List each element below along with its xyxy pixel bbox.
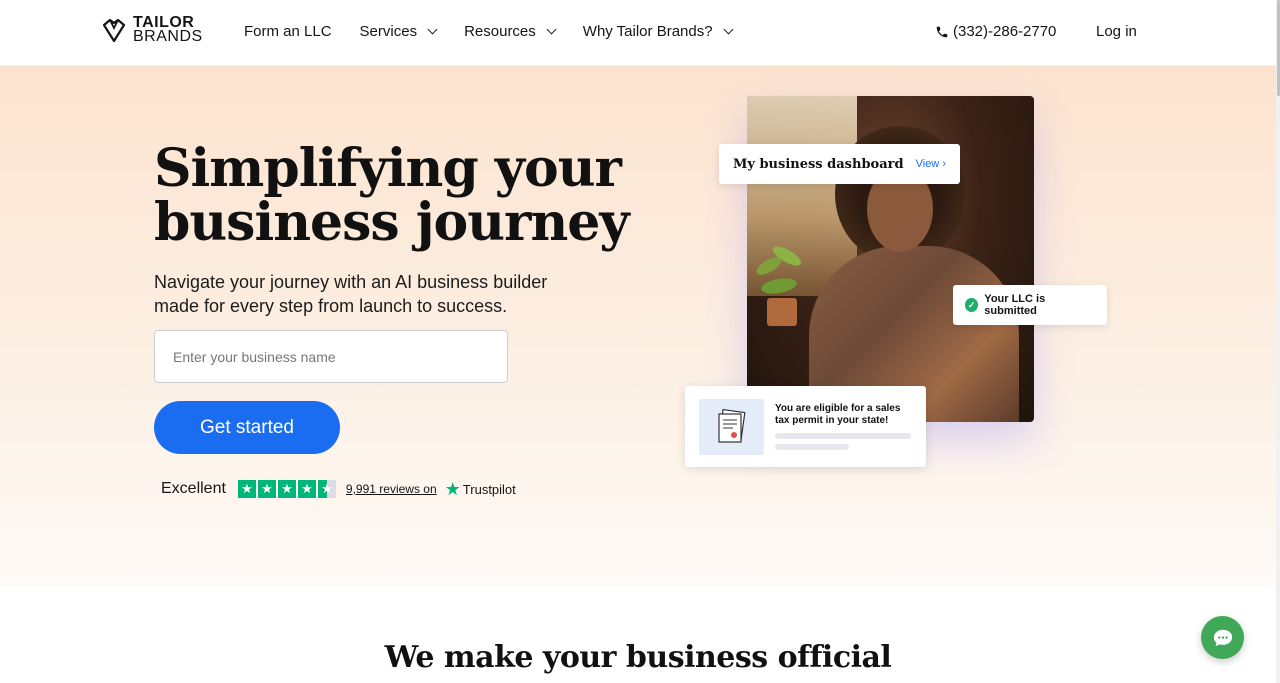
dashboard-card[interactable]: My business dashboard View › [719, 144, 960, 184]
get-started-button[interactable]: Get started [154, 401, 340, 454]
tax-permit-text: You are eligible for a sales tax permit … [775, 403, 901, 426]
phone-link[interactable]: (332)-286-2770 [935, 23, 1056, 40]
chevron-down-icon [427, 24, 438, 35]
dashboard-view-label: View [915, 158, 940, 170]
login-link[interactable]: Log in [1096, 23, 1137, 40]
chevron-down-icon [723, 24, 734, 35]
section-title: We make your business official [384, 640, 892, 675]
nav-resources-label: Resources [464, 23, 536, 40]
tailor-brands-logo[interactable]: TAILOR BRANDS [101, 15, 203, 45]
llc-status-text: Your LLC is submitted [984, 293, 1046, 317]
placeholder-bar [775, 433, 911, 439]
nav-services[interactable]: Services [359, 23, 438, 40]
trustpilot-star-icon: ★ [444, 479, 461, 499]
nav-resources[interactable]: Resources [464, 23, 557, 40]
site-header: TAILOR BRANDS Form an LLC Services Resou… [0, 0, 1280, 66]
star-icon: ★ [297, 480, 316, 498]
star-icon: ★ [237, 480, 256, 498]
plant-image [756, 246, 802, 326]
hero-subtitle: Navigate your journey with an AI busines… [154, 272, 548, 316]
page-scrollbar[interactable] [1276, 0, 1280, 683]
phone-icon [936, 26, 948, 37]
trustpilot-rating: Excellent ★ ★ ★ ★ ★ 9,991 reviews on ★ T… [161, 480, 516, 498]
phone-number: (332)-286-2770 [953, 23, 1057, 40]
nav-form-llc-label: Form an LLC [244, 23, 332, 40]
star-icon: ★ [257, 480, 276, 498]
rating-stars: ★ ★ ★ ★ ★ [237, 480, 336, 498]
nav-why-label: Why Tailor Brands? [582, 23, 713, 40]
llc-status-card: ✓ Your LLC is submitted [953, 285, 1107, 325]
chat-bubble-icon [1213, 629, 1232, 646]
business-name-placeholder: Enter your business name [173, 348, 336, 365]
nav-services-label: Services [359, 23, 418, 40]
nav-form-llc[interactable]: Form an LLC [244, 23, 332, 40]
hero-title: Simplifying your business journey [154, 138, 630, 253]
half-star-icon: ★ [317, 480, 336, 498]
dashboard-view-link[interactable]: View › [916, 158, 946, 170]
check-icon: ✓ [965, 298, 979, 312]
document-icon [699, 399, 764, 455]
nav-why-tailor-brands[interactable]: Why Tailor Brands? [582, 23, 734, 40]
logo-icon [102, 18, 126, 43]
hero-section: Simplifying your business journey Naviga… [0, 66, 1276, 586]
dashboard-card-title: My business dashboard [733, 156, 904, 172]
trustpilot-brand: Trustpilot [462, 481, 516, 497]
reviews-link[interactable]: 9,991 reviews on [346, 482, 437, 496]
chevron-down-icon [546, 24, 557, 35]
tax-permit-card: You are eligible for a sales tax permit … [685, 386, 926, 467]
chat-button[interactable] [1201, 616, 1244, 659]
rating-text: Excellent [161, 480, 226, 497]
placeholder-bar [775, 444, 849, 450]
chevron-right-icon: › [942, 158, 946, 170]
main-nav: Form an LLC Services Resources Why Tailo… [244, 23, 734, 40]
star-icon: ★ [277, 480, 296, 498]
trustpilot-logo[interactable]: ★ Trustpilot [444, 479, 516, 499]
logo-line2: BRANDS [133, 28, 203, 45]
business-name-input[interactable]: Enter your business name [154, 330, 508, 383]
